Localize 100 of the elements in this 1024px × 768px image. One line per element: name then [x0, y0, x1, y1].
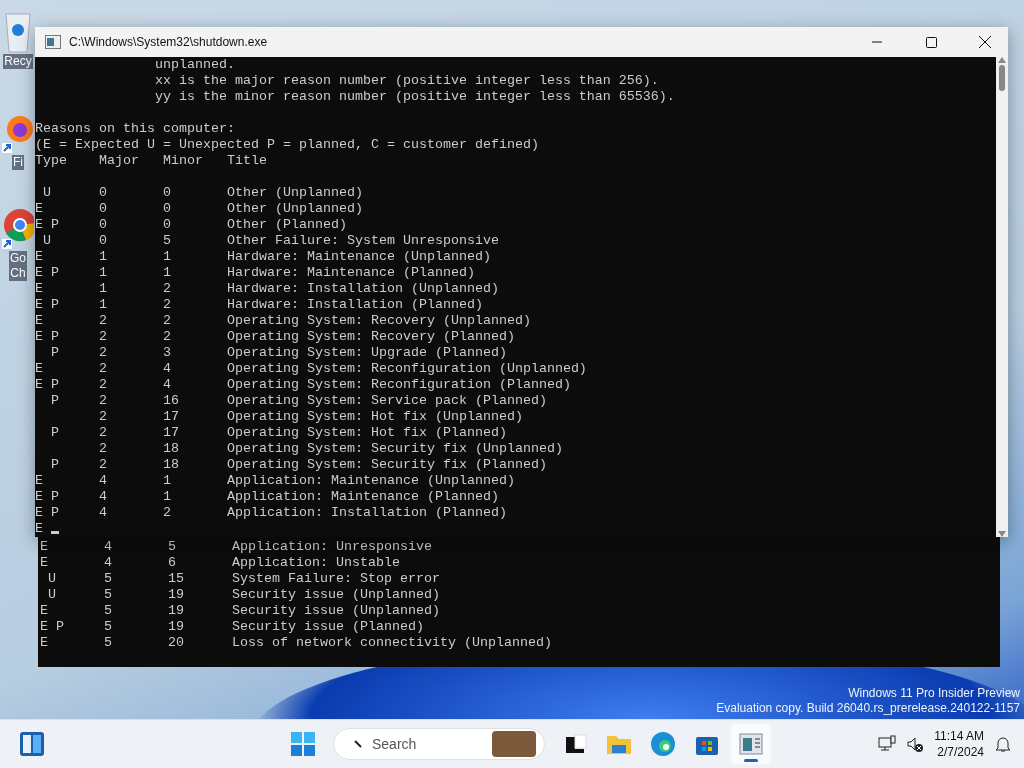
console-text: yy is the minor reason number (positive integer less than 65536). — [153, 89, 676, 105]
minor-cell-text: 3 — [162, 345, 172, 361]
widgets-icon — [19, 731, 45, 757]
clock[interactable]: 11:14 AM 2/7/2024 — [934, 728, 984, 760]
maximize-icon — [925, 36, 937, 48]
recycle-bin-icon — [2, 10, 34, 54]
type-cell-text: U — [47, 587, 57, 603]
console-taskbar-button[interactable] — [731, 724, 771, 764]
minor-cell-text: 19 — [167, 619, 185, 635]
type-cell-text: P — [50, 425, 60, 441]
major-cell-text: 1 — [99, 265, 108, 281]
type-cell-text: E — [40, 635, 49, 651]
minor-cell-text: 0 — [162, 185, 172, 201]
minor-cell-text: 1 — [162, 265, 172, 281]
type-cell-text: E — [35, 473, 44, 489]
title-cell-text: Application: Maintenance (Planned) — [226, 489, 500, 505]
minor-cell-text: 20 — [167, 635, 185, 651]
window-title: C:\Windows\System32\shutdown.exe — [69, 35, 269, 49]
title-cell-text: Other Failure: System Unresponsive — [226, 233, 500, 249]
title-cell-text: Application: Unresponsive — [231, 539, 433, 555]
minor-cell-text: 2 — [162, 281, 172, 297]
major-cell-text: 4 — [99, 473, 108, 489]
type-cell-text: E — [35, 313, 44, 329]
desktop-icon-label[interactable]: Go — [9, 251, 27, 266]
scroll-thumb[interactable] — [999, 65, 1005, 91]
major-cell-text: 0 — [99, 201, 108, 217]
search-box[interactable]: Search — [333, 728, 545, 760]
close-icon — [979, 36, 991, 48]
title-cell-text: Operating System: Security fix (Planned) — [226, 457, 548, 473]
minor-cell-text: Minor — [162, 153, 204, 169]
type-cell-text: E — [40, 539, 49, 555]
minor-cell-text: 0 — [162, 201, 172, 217]
major-cell-text: 5 — [104, 587, 113, 603]
title-cell-text: Other (Unplanned) — [226, 201, 364, 217]
console-prompt: E — [35, 521, 996, 537]
scrollbar[interactable] — [996, 57, 1008, 537]
major-cell-text: 2 — [99, 361, 108, 377]
minor-cell-text: 2 — [162, 505, 172, 521]
title-cell-text: System Failure: Stop error — [231, 571, 441, 587]
type-cell-text: E — [35, 249, 44, 265]
volume-muted-icon[interactable] — [906, 735, 925, 753]
minor-cell-text: 19 — [167, 603, 185, 619]
type-cell-text: E — [35, 201, 44, 217]
major-cell-text: 4 — [99, 489, 108, 505]
desktop-icon-label[interactable]: Fi — [12, 155, 24, 170]
title-cell-text: Hardware: Installation (Unplanned) — [226, 281, 500, 297]
minor-cell-text: 1 — [162, 249, 172, 265]
minor-cell-text: 1 — [162, 473, 172, 489]
major-cell-text: 1 — [99, 297, 108, 313]
minor-cell-text: 6 — [167, 555, 177, 571]
network-icon[interactable] — [878, 735, 897, 753]
desktop-icon-label[interactable]: Recy — [3, 54, 33, 69]
scroll-down-icon[interactable] — [998, 531, 1006, 537]
console-text: Reasons on this computer: — [35, 121, 236, 137]
major-cell-text: 4 — [104, 555, 113, 571]
title-cell-text: Operating System: Upgrade (Planned) — [226, 345, 508, 361]
title-cell-text: Operating System: Recovery (Planned) — [226, 329, 516, 345]
console-text: unplanned. — [153, 57, 236, 73]
title-cell-text: Security issue (Unplanned) — [231, 587, 441, 603]
major-cell-text: 2 — [99, 457, 108, 473]
type-cell-text: E — [35, 361, 44, 377]
major-cell-text: 5 — [104, 619, 113, 635]
major-cell-text: 4 — [104, 539, 113, 555]
title-cell-text: Hardware: Maintenance (Unplanned) — [226, 249, 492, 265]
title-cell-text: Application: Installation (Planned) — [226, 505, 508, 521]
type-cell-text: P — [50, 457, 60, 473]
major-cell-text: 0 — [99, 217, 108, 233]
title-cell-text: Title — [226, 153, 268, 169]
type-cell-text: U — [42, 185, 52, 201]
minor-cell-text: 18 — [162, 441, 180, 457]
minor-cell-text: 19 — [167, 587, 185, 603]
type-cell-text: P — [50, 393, 60, 409]
notification-bell-icon[interactable] — [994, 735, 1012, 753]
minor-cell-text: 0 — [162, 217, 172, 233]
minor-cell-text: 16 — [162, 393, 180, 409]
major-cell-text: 0 — [99, 233, 108, 249]
title-cell-text: Operating System: Recovery (Unplanned) — [226, 313, 532, 329]
minor-cell-text: 5 — [167, 539, 177, 555]
type-cell-text: E — [40, 555, 49, 571]
desktop-icon-label[interactable]: Ch — [9, 266, 27, 281]
type-cell-text: E P — [35, 265, 60, 281]
type-cell-text: E P — [35, 377, 60, 393]
browser-icon — [2, 115, 34, 155]
console-app-icon — [45, 35, 61, 49]
major-cell-text: 4 — [99, 505, 108, 521]
major-cell-text: 2 — [99, 409, 108, 425]
search-icon — [354, 740, 362, 748]
major-cell-text: 1 — [99, 281, 108, 297]
title-cell-text: Security issue (Unplanned) — [231, 603, 441, 619]
major-cell-text: 2 — [99, 441, 108, 457]
major-cell-text: 2 — [99, 329, 108, 345]
minor-cell-text: 17 — [162, 425, 180, 441]
major-cell-text: 5 — [104, 571, 113, 587]
type-cell-text: U — [42, 233, 52, 249]
title-cell-text: Operating System: Reconfiguration (Planned) — [226, 377, 572, 393]
major-cell-text: 2 — [99, 425, 108, 441]
console-text: (E = Expected U = Unexpected P = planned, C = customer defined) — [35, 137, 540, 153]
type-cell-text: E P — [35, 217, 60, 233]
major-cell-text: 5 — [104, 603, 113, 619]
photo-placeholder — [492, 731, 536, 757]
